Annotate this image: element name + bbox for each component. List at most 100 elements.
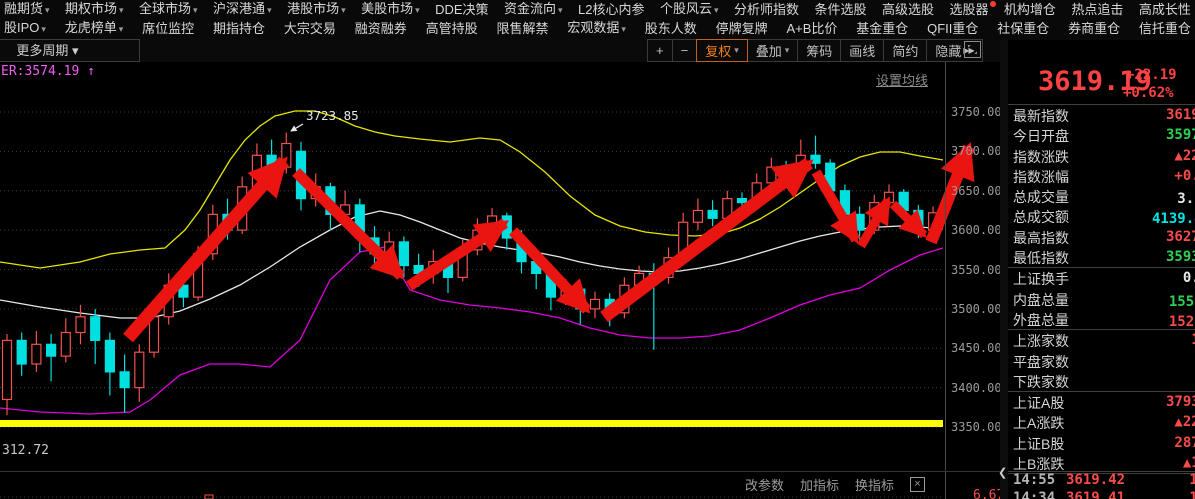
quote-row-9: 内盘总量15565万	[1008, 289, 1195, 309]
tool-button-6[interactable]: 简约	[883, 39, 927, 62]
more-periods-button[interactable]: 更多周期 ▾	[0, 39, 140, 62]
menu-item-0[interactable]: 融期货▾	[4, 0, 50, 20]
menu-item-9[interactable]: 个股风云▾	[660, 0, 719, 20]
quote-row-value: 287.99	[1174, 435, 1195, 451]
quote-row-label: 指数涨幅	[1013, 167, 1069, 187]
menu-item-15[interactable]: 热点追击	[1071, 0, 1123, 19]
menu-item-7[interactable]: 资金流向▾	[504, 0, 563, 20]
tool-button-0[interactable]: +	[647, 39, 673, 62]
chevron-down-icon: ▾	[714, 5, 719, 15]
notification-dot	[990, 1, 996, 7]
tick-row-0: 14:553619.421920	[1008, 472, 1195, 490]
chevron-down-icon: ▾	[41, 24, 46, 34]
menu-item-14[interactable]: 机构增仓	[1004, 0, 1056, 19]
quote-row-value: 1190	[1191, 332, 1195, 348]
menu-item-16[interactable]: 高成长性	[1139, 0, 1191, 19]
quote-row-value: 3593.33	[1166, 249, 1195, 265]
quote-row-value: 15219万	[1169, 311, 1195, 331]
pane-divider	[0, 471, 1008, 472]
menu-item-r2-6[interactable]: 高管持股	[426, 19, 478, 38]
quote-row-value: ▲1.91	[1183, 455, 1195, 471]
quote-row-label: 最低指数	[1013, 248, 1069, 268]
menu-item-r2-12[interactable]: 基金重仓	[856, 19, 908, 38]
menu-item-11[interactable]: 条件选股	[814, 0, 866, 19]
menu-item-r2-9[interactable]: 股东人数	[645, 19, 697, 38]
tool-button-4[interactable]: 筹码	[797, 39, 841, 62]
quote-row-label: 上A涨跌	[1013, 413, 1064, 433]
quote-row-3: 指数涨幅+0.62%	[1008, 166, 1195, 186]
menu-item-r2-8[interactable]: 宏观数据▾	[567, 18, 626, 39]
candlestick-chart[interactable]: 3750.003700.003650.003600.003550.003500.…	[0, 62, 1008, 499]
menu-item-1[interactable]: 期权市场▾	[65, 0, 124, 20]
menu-item-r2-3[interactable]: 期指持仓	[213, 19, 265, 38]
menu-item-3[interactable]: 沪深港通▾	[213, 0, 272, 20]
quote-row-10: 外盘总量 15219万	[1008, 309, 1195, 330]
price-change-percent: +0.62%	[1123, 85, 1174, 101]
tick-row-1: 14:343619.411814	[1008, 490, 1195, 499]
menu-item-r2-7[interactable]: 限售解禁	[496, 19, 548, 38]
menu-item-r2-11[interactable]: A+B比价	[786, 19, 837, 38]
quote-row-value: 3619.19	[1166, 107, 1195, 123]
quote-row-7: 最低指数 3593.33	[1008, 247, 1195, 268]
tool-button-2[interactable]: 复权▾	[696, 39, 748, 62]
axis-tick-label: 3400.00	[951, 381, 1005, 395]
chevron-down-icon: ▾	[119, 5, 124, 15]
quote-row-label: 最新指数	[1013, 106, 1069, 126]
quote-row-14: 上证A股3793.66	[1008, 392, 1195, 412]
menu-item-5[interactable]: 美股市场▾	[361, 0, 420, 20]
menu-row-1: 融期货▾ 期权市场▾ 全球市场▾ 沪深港通▾ 港股市场▾ 美股市场▾ DDE决策资金流向▾ L…	[0, 0, 1195, 19]
quote-row-label: 外盘总量	[1013, 310, 1069, 330]
menu-item-2[interactable]: 全球市场▾	[139, 0, 198, 20]
quote-row-11: 上涨家数1190	[1008, 330, 1195, 350]
menu-item-r2-14[interactable]: 社保重仓	[997, 19, 1049, 38]
trading-terminal: 融期货▾ 期权市场▾ 全球市场▾ 沪深港通▾ 港股市场▾ 美股市场▾ DDE决策资金流向▾ L…	[0, 0, 1195, 499]
bollinger-indicator-label: ER:3574.19 ↑	[1, 64, 95, 79]
change-params-link[interactable]: 改参数	[745, 475, 784, 494]
quote-row-label: 平盘家数	[1013, 352, 1069, 372]
quote-row-value: 3793.66	[1166, 394, 1195, 410]
switch-indicator-link[interactable]: 换指标	[855, 475, 894, 494]
fullscreen-icon[interactable]	[964, 41, 981, 58]
quote-row-1: 今日开盘3597.70	[1008, 125, 1195, 145]
tool-button-5[interactable]: 画线	[840, 39, 884, 62]
menu-item-r2-2[interactable]: 席位监控	[142, 19, 194, 38]
quote-row-5: 总成交额4139.48亿	[1008, 206, 1195, 226]
menu-item-r2-16[interactable]: 信托重仓	[1139, 19, 1191, 38]
quote-row-label: 总成交量	[1013, 187, 1069, 207]
quote-row-6: 最高指数3627.47	[1008, 227, 1195, 247]
quote-panel: 3619.19 +22.19 +0.62% 最新指数 3619.19 今日开盘359…	[1008, 40, 1195, 499]
axis-tick-label: 3650.00	[951, 184, 1005, 198]
quote-detail-rows: 最新指数 3619.19 今日开盘3597.70指数涨跌▲22.19指数涨幅+0.6…	[1008, 105, 1195, 474]
support-price-label: 312.72	[2, 443, 49, 458]
menu-item-r2-0[interactable]: 股IPO▾	[4, 18, 46, 39]
menu-item-r2-13[interactable]: QFII重仓	[927, 19, 978, 38]
menu-item-13[interactable]: 选股器	[949, 0, 988, 19]
menu-item-4[interactable]: 港股市场▾	[287, 0, 346, 20]
top-menu-bar: 融期货▾ 期权市场▾ 全球市场▾ 沪深港通▾ 港股市场▾ 美股市场▾ DDE决策资金流向▾ L…	[0, 0, 1195, 38]
menu-item-12[interactable]: 高级选股	[882, 0, 934, 19]
menu-item-6[interactable]: DDE决策	[435, 0, 488, 19]
menu-item-r2-15[interactable]: 券商重仓	[1068, 19, 1120, 38]
chevron-down-icon: ▾	[415, 5, 420, 15]
menu-item-r2-1[interactable]: 龙虎榜单▾	[65, 18, 124, 39]
menu-item-8[interactable]: L2核心内参	[578, 0, 644, 19]
quote-row-8: 上证换手0.84%	[1008, 268, 1195, 288]
menu-item-r2-10[interactable]: 停牌复牌	[716, 19, 768, 38]
chevron-down-icon: ▾	[341, 5, 346, 15]
menu-item-r2-5[interactable]: 融资融券	[355, 19, 407, 38]
tool-button-1[interactable]: −	[672, 39, 698, 62]
close-indicator-icon[interactable]: ×	[910, 477, 925, 492]
add-indicator-link[interactable]: 加指标	[800, 475, 839, 494]
quote-row-label: 上证B股	[1013, 434, 1064, 454]
price-change: +22.19	[1126, 67, 1177, 83]
menu-item-r2-4[interactable]: 大宗交易	[284, 19, 336, 38]
quote-row-value: 4139.48亿	[1152, 208, 1195, 228]
axis-tick-label: 3700.00	[951, 144, 1005, 158]
splitter-collapse-handle[interactable]: ❮	[998, 466, 1007, 479]
quote-row-2: 指数涨跌▲22.19	[1008, 146, 1195, 166]
tool-button-3[interactable]: 叠加▾	[747, 39, 799, 62]
ma-settings-link[interactable]: 设置均线	[876, 70, 928, 89]
chevron-down-icon: ▾	[267, 5, 272, 15]
menu-item-10[interactable]: 分析师指数	[734, 0, 799, 19]
quote-row-12: 平盘家数163	[1008, 351, 1195, 371]
